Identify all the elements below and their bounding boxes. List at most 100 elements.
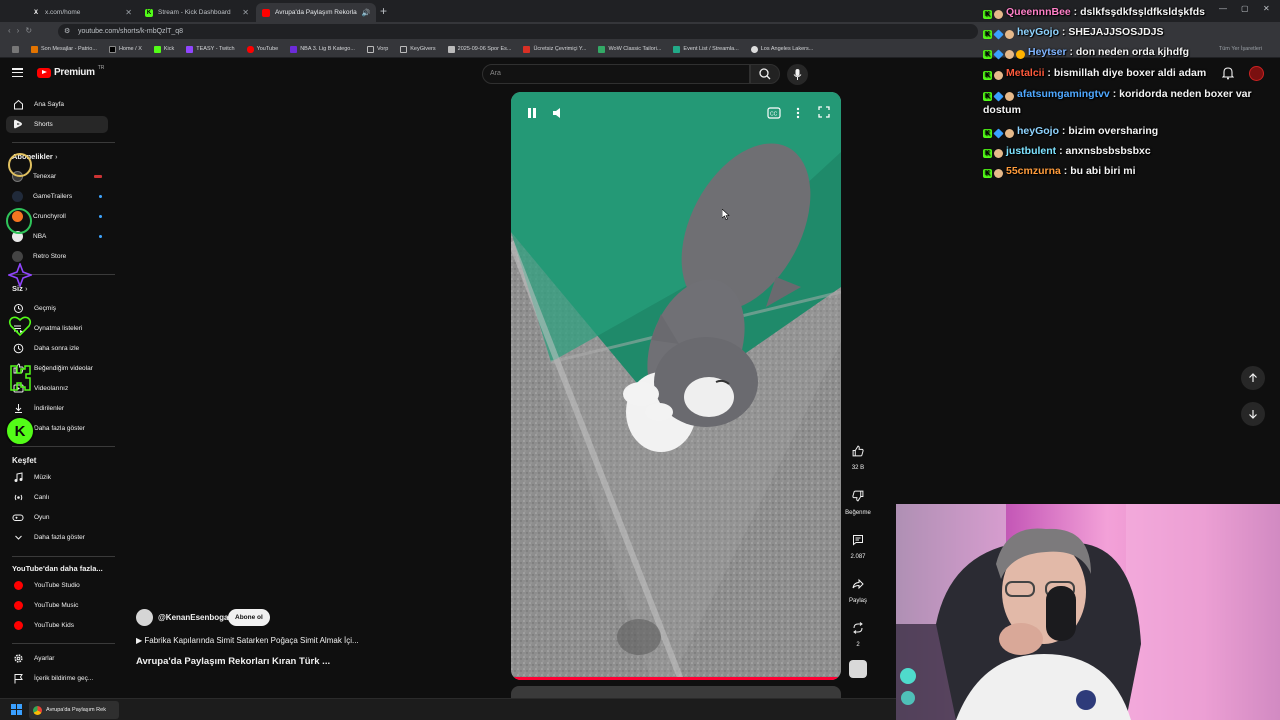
subscribe-button[interactable]: Abone ol (228, 609, 270, 626)
kick-badge-icon: K (983, 10, 992, 19)
windows-start-icon[interactable] (11, 704, 22, 715)
avatar (12, 251, 23, 262)
logo-region: TR (97, 64, 105, 71)
channel-avatar[interactable] (136, 609, 153, 626)
pause-button[interactable] (525, 106, 539, 125)
bookmark-folder[interactable]: KeyGivers (394, 45, 441, 53)
diamond-badge-icon (993, 128, 1004, 139)
bookmark-item[interactable]: 2025-09-06 Spor Es... (442, 45, 518, 53)
tab-kick-dashboard[interactable]: K Stream - Kick Dashboard ✕ (139, 3, 255, 22)
audio-playing-icon[interactable]: 🔊 (362, 9, 371, 17)
volume-button[interactable] (551, 106, 565, 125)
chat-username: heyGojo (1017, 26, 1060, 38)
bookmark-item[interactable]: Home / X (103, 45, 148, 53)
short-title[interactable]: Avrupa'da Paylaşım Rekorları Kıran Türk … (136, 656, 330, 667)
close-tab-icon[interactable]: ✕ (242, 8, 249, 17)
next-short-button[interactable] (1241, 402, 1265, 426)
sidebar-item-youtube-studio[interactable]: YouTube Studio (6, 577, 108, 594)
bookmark-item[interactable]: Kick (148, 45, 180, 53)
bookmark-item[interactable]: Son Mesajlar - Patrio... (25, 45, 103, 53)
sidebar-item-shorts[interactable]: Shorts (6, 116, 108, 133)
chat-username: justbulent (1006, 145, 1057, 157)
arrow-down-icon (1249, 410, 1257, 419)
bookmark-item[interactable]: YouTube (241, 45, 285, 53)
captions-button[interactable]: CC (767, 106, 781, 124)
music-icon (12, 472, 24, 484)
sidebar-item-show-more-explore[interactable]: Daha fazla göster (6, 529, 108, 546)
site-info-icon[interactable]: ⚙ (64, 24, 70, 39)
badges: K (983, 29, 1014, 40)
comments-action[interactable]: 2.087 (840, 529, 876, 560)
bookmark-folder[interactable]: Vorp (361, 45, 394, 53)
bookmark-item[interactable]: Ücretsiz Çevrimiçi Y... (517, 45, 592, 53)
sidebar-item-watch-later[interactable]: Daha sonra izle (6, 340, 108, 357)
divider (12, 643, 115, 644)
nav-arrows[interactable]: ‹›↻ (8, 26, 38, 35)
sidebar-channel-gametrailers[interactable]: GameTrailers (6, 188, 108, 205)
share-action[interactable]: Paylaş (840, 573, 876, 604)
bookmark-item[interactable]: Los Angeles Lakers... (745, 45, 820, 53)
sidebar-item-gaming[interactable]: Oyun (6, 509, 108, 526)
sound-thumbnail[interactable] (849, 660, 867, 678)
emote-badge-icon (994, 71, 1003, 80)
address-bar[interactable]: ⚙ youtube.com/shorts/k-mbQzlT_q8 (58, 24, 978, 39)
comment-icon[interactable] (847, 529, 869, 551)
youtube-premium-logo[interactable]: Premium TR (37, 64, 105, 78)
dislike-action[interactable]: Beğenme (840, 485, 876, 516)
next-short-preview[interactable] (511, 686, 841, 698)
chat-text: dslkfsşdkfsşldfksldşkfds (1080, 6, 1205, 18)
bookmark-item[interactable]: TEASY - Twitch (180, 45, 240, 53)
new-tab-icon[interactable]: + (380, 4, 387, 18)
folder-icon (400, 45, 408, 53)
bookmark-item[interactable]: Event List / Streamla... (667, 45, 744, 53)
thumbs-up-icon[interactable] (847, 440, 869, 462)
kick-logo-icon: K (5, 416, 35, 446)
channel-handle[interactable]: @KenanEsenboga (158, 613, 228, 622)
bookmark-item[interactable]: WoW Classic Tailori... (592, 45, 667, 53)
sidebar-item-downloads[interactable]: İndirilenler (6, 400, 108, 417)
kick-logo-icon: K (145, 8, 153, 17)
sidebar-item-report-history[interactable]: İçerik bildirime geç... (6, 670, 108, 687)
search-input[interactable]: Ara (482, 64, 750, 84)
previous-short-button[interactable] (1241, 366, 1265, 390)
more-options-icon[interactable] (795, 106, 801, 125)
divider (12, 142, 115, 143)
sidebar-item-live[interactable]: Canlı (6, 489, 108, 506)
bookmark-icon (31, 45, 38, 53)
bookmark-apps-icon[interactable] (6, 45, 25, 53)
video-progress-bar[interactable] (511, 677, 841, 680)
taskbar-chrome-window[interactable]: Avrupa'da Paylaşım Rek (29, 701, 119, 719)
voice-search-button[interactable] (787, 64, 808, 85)
remix-action[interactable]: 2 (840, 617, 876, 648)
thumbs-down-icon[interactable] (847, 485, 869, 507)
tab-youtube-short[interactable]: Avrupa'da Paylaşım Rekorla 🔊 ✕ (256, 3, 376, 22)
remix-icon[interactable] (847, 617, 869, 639)
chat-text: bizim oversharing (1068, 125, 1159, 137)
flag-icon (12, 673, 24, 685)
search-button[interactable] (750, 64, 780, 84)
share-icon[interactable] (847, 573, 869, 595)
sidebar-item-music[interactable]: Müzik (6, 469, 108, 486)
chat-username: heyGojo (1017, 125, 1060, 137)
sidebar-item-youtube-kids[interactable]: YouTube Kids (6, 617, 108, 634)
badges: K (983, 10, 1003, 19)
tab-x-home[interactable]: X x.com/home ✕ (26, 3, 138, 22)
overlay-spotify-icon (6, 208, 32, 234)
sidebar-item-home[interactable]: Ana Sayfa (6, 96, 108, 113)
url-text: youtube.com/shorts/k-mbQzlT_q8 (78, 28, 184, 35)
sidebar-item-youtube-music[interactable]: YouTube Music (6, 597, 108, 614)
chat-text: SHEJAJJSOSJDJS (1068, 26, 1164, 38)
fullscreen-icon[interactable] (817, 105, 831, 124)
shorts-video-player[interactable]: CC (511, 92, 841, 680)
kick-badge-icon: K (983, 30, 992, 39)
music-attribution[interactable]: ▶ Fabrika Kapılarında Simit Satarken Poğ… (136, 636, 359, 645)
chat-message: KheyGojo : bizim oversharing (983, 125, 1159, 139)
bookmark-item[interactable]: NBA 3. Lig B Katego... (284, 45, 361, 53)
kick-badge-icon: K (983, 71, 992, 80)
close-tab-icon[interactable]: ✕ (125, 8, 132, 17)
hamburger-menu-icon[interactable] (12, 68, 23, 78)
like-action[interactable]: 32 B (840, 440, 876, 471)
search-icon (759, 68, 771, 80)
sidebar-item-settings[interactable]: Ayarlar (6, 650, 108, 667)
tab-title: x.com/home (45, 9, 81, 16)
